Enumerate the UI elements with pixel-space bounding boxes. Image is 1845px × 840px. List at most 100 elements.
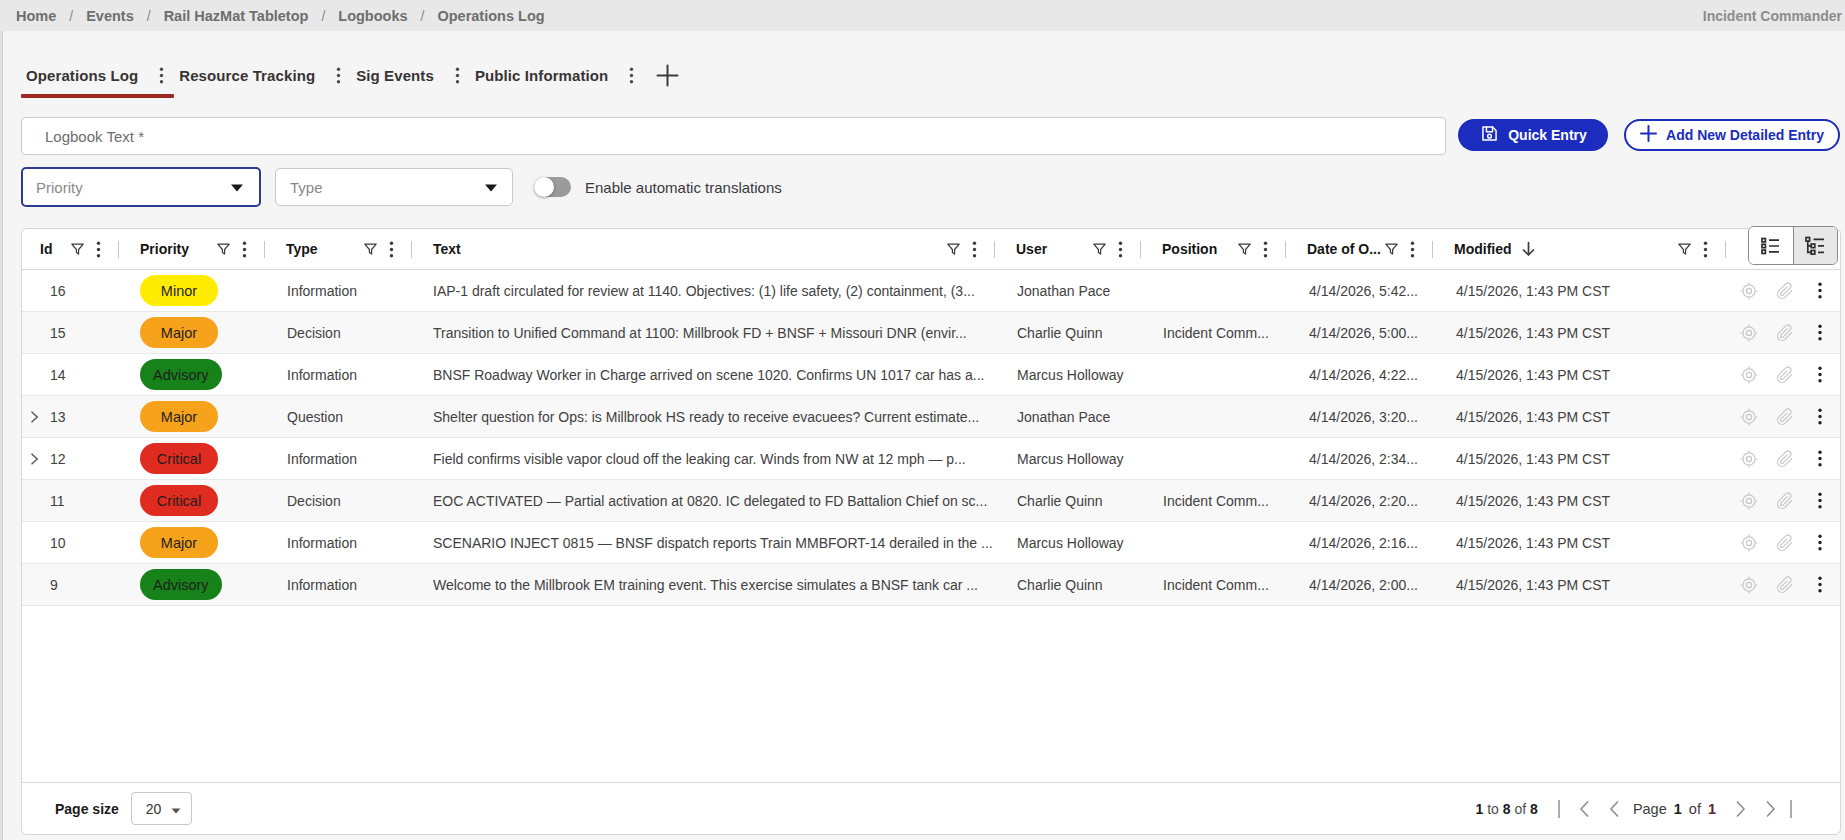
filter-icon[interactable] (1093, 243, 1106, 256)
add-tab-icon[interactable] (656, 64, 679, 87)
log-row-12[interactable]: 12CriticalInformationField confirms visi… (22, 438, 1840, 480)
locate-icon[interactable] (1740, 450, 1758, 468)
kebab-menu-icon[interactable] (1812, 324, 1828, 341)
expand-row-button[interactable] (27, 410, 41, 424)
tree-list-view-button[interactable] (1793, 227, 1837, 264)
breadcrumb-item[interactable]: Home (16, 8, 56, 24)
attachment-icon[interactable] (1776, 450, 1794, 468)
expand-row-icon[interactable] (27, 452, 41, 466)
tab-sig-events[interactable]: Sig Events (351, 56, 470, 94)
type-select[interactable]: Type (275, 168, 513, 206)
attachment-button[interactable] (1776, 282, 1794, 300)
column-header-position[interactable]: Position (1141, 229, 1286, 269)
locate-icon[interactable] (1740, 408, 1758, 426)
kebab-menu-icon[interactable] (96, 241, 101, 258)
flat-list-view-button[interactable] (1749, 227, 1793, 264)
locate-icon[interactable] (1740, 576, 1758, 594)
column-menu-button[interactable] (972, 241, 977, 258)
kebab-menu-icon[interactable] (1812, 450, 1828, 467)
log-row-10[interactable]: 10MajorInformationSCENARIO INJECT 0815 —… (22, 522, 1840, 564)
attachment-icon[interactable] (1776, 534, 1794, 552)
column-menu-button[interactable] (96, 241, 101, 258)
kebab-menu-icon[interactable] (1410, 241, 1415, 258)
next-page-button[interactable] (1735, 800, 1746, 818)
tab-public-information[interactable]: Public Information (470, 56, 644, 94)
quick-entry-button[interactable]: Quick Entry (1458, 119, 1608, 151)
column-filter-button[interactable] (71, 243, 84, 256)
attachment-icon[interactable] (1776, 282, 1794, 300)
column-menu-button[interactable] (1118, 241, 1123, 258)
filter-icon[interactable] (364, 243, 377, 256)
column-menu-button[interactable] (242, 241, 247, 258)
column-menu-button[interactable] (1410, 241, 1415, 258)
locate-button[interactable] (1740, 282, 1758, 300)
kebab-menu-icon[interactable] (389, 241, 394, 258)
attachment-icon[interactable] (1776, 576, 1794, 594)
column-filter-button[interactable] (1238, 243, 1251, 256)
add-new-detailed-entry-button[interactable]: Add New Detailed Entry (1624, 119, 1840, 151)
log-row-15[interactable]: 15MajorDecisionTransition to Unified Com… (22, 312, 1840, 354)
locate-button[interactable] (1740, 534, 1758, 552)
expand-row-icon[interactable] (27, 410, 41, 424)
locate-button[interactable] (1740, 366, 1758, 384)
breadcrumb-item[interactable]: Events (86, 8, 134, 24)
log-row-11[interactable]: 11CriticalDecisionEOC ACTIVATED — Partia… (22, 480, 1840, 522)
column-header-date[interactable]: Date of O... (1286, 229, 1433, 269)
column-filter-button[interactable] (217, 243, 230, 256)
column-header-text[interactable]: Text (412, 229, 995, 269)
kebab-menu-icon[interactable] (1118, 241, 1123, 258)
row-menu-button[interactable] (1812, 366, 1828, 383)
locate-button[interactable] (1740, 408, 1758, 426)
column-menu-button[interactable] (389, 241, 394, 258)
filter-icon[interactable] (1678, 243, 1691, 256)
column-filter-button[interactable] (947, 243, 960, 256)
filter-icon[interactable] (71, 243, 84, 256)
attachment-button[interactable] (1776, 324, 1794, 342)
row-menu-button[interactable] (1812, 534, 1828, 551)
column-header-modified[interactable]: Modified (1433, 229, 1726, 269)
attachment-button[interactable] (1776, 450, 1794, 468)
row-menu-button[interactable] (1812, 408, 1828, 425)
row-menu-button[interactable] (1812, 576, 1828, 593)
attachment-button[interactable] (1776, 534, 1794, 552)
locate-button[interactable] (1740, 450, 1758, 468)
kebab-menu-icon[interactable] (1812, 534, 1828, 551)
kebab-menu-icon[interactable] (1812, 282, 1828, 299)
attachment-button[interactable] (1776, 576, 1794, 594)
kebab-menu-icon[interactable] (336, 67, 341, 84)
row-menu-button[interactable] (1812, 450, 1828, 467)
kebab-menu-icon[interactable] (972, 241, 977, 258)
log-row-16[interactable]: 16MinorInformationIAP-1 draft circulated… (22, 270, 1840, 312)
previous-page-button[interactable] (1609, 800, 1620, 818)
logbook-text-input[interactable] (21, 117, 1446, 155)
kebab-menu-icon[interactable] (1812, 576, 1828, 593)
filter-icon[interactable] (217, 243, 230, 256)
kebab-menu-icon[interactable] (159, 67, 164, 84)
first-page-button[interactable] (1579, 800, 1590, 818)
row-menu-button[interactable] (1812, 324, 1828, 341)
column-filter-button[interactable] (1678, 243, 1691, 256)
column-header-priority[interactable]: Priority (119, 229, 265, 269)
column-filter-button[interactable] (364, 243, 377, 256)
column-menu-button[interactable] (1263, 241, 1268, 258)
column-header-id[interactable]: Id (22, 229, 119, 269)
attachment-button[interactable] (1776, 408, 1794, 426)
row-menu-button[interactable] (1812, 492, 1828, 509)
filter-icon[interactable] (1385, 243, 1398, 256)
locate-icon[interactable] (1740, 366, 1758, 384)
tab-menu-button[interactable] (627, 65, 636, 86)
kebab-menu-icon[interactable] (455, 67, 460, 84)
log-row-9[interactable]: 9AdvisoryInformationWelcome to the Millb… (22, 564, 1840, 606)
filter-icon[interactable] (1238, 243, 1251, 256)
kebab-menu-icon[interactable] (1703, 241, 1708, 258)
locate-icon[interactable] (1740, 324, 1758, 342)
priority-select[interactable]: Priority (21, 167, 261, 207)
attachment-icon[interactable] (1776, 492, 1794, 510)
breadcrumb-item[interactable]: Operations Log (437, 8, 544, 24)
kebab-menu-icon[interactable] (1263, 241, 1268, 258)
log-row-13[interactable]: 13MajorQuestionShelter question for Ops:… (22, 396, 1840, 438)
column-filter-button[interactable] (1093, 243, 1106, 256)
locate-icon[interactable] (1740, 282, 1758, 300)
kebab-menu-icon[interactable] (1812, 366, 1828, 383)
column-menu-button[interactable] (1703, 241, 1708, 258)
